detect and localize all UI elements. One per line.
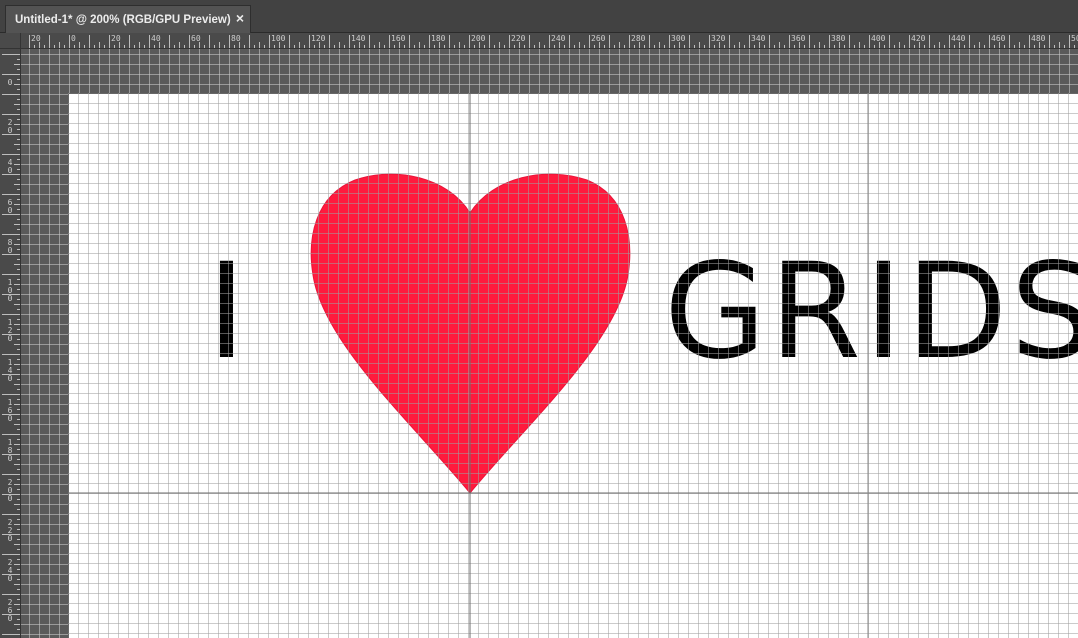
horizontal-ruler-label: 140	[351, 34, 366, 43]
horizontal-ruler-label: 440	[951, 34, 966, 43]
horizontal-ruler-label: 50	[1071, 34, 1078, 43]
horizontal-ruler-label: 180	[431, 34, 446, 43]
horizontal-ruler-label: 20	[111, 34, 121, 43]
document-tab[interactable]: Untitled-1* @ 200% (RGB/GPU Preview) ×	[5, 5, 251, 33]
horizontal-ruler-label: 120	[311, 34, 326, 43]
horizontal-ruler-label: 280	[631, 34, 646, 43]
vertical-ruler[interactable]: 0204060801001201401601802002202402602	[0, 49, 21, 638]
vertical-ruler-label: 80	[7, 238, 13, 255]
horizontal-ruler-label: 420	[911, 34, 926, 43]
horizontal-ruler-label: 340	[751, 34, 766, 43]
horizontal-ruler-label: 100	[271, 34, 286, 43]
horizontal-ruler-label: 200	[471, 34, 486, 43]
horizontal-ruler-label: 400	[871, 34, 886, 43]
horizontal-ruler-label: 360	[791, 34, 806, 43]
horizontal-ruler[interactable]: 20 0 20 40 60 80 100 120 140 160 180 200 220 240 260 28…	[21, 33, 1078, 49]
vertical-ruler-label: 60	[7, 198, 13, 215]
ruler-origin-corner[interactable]	[0, 33, 21, 49]
vertical-ruler-label: 140	[7, 358, 13, 383]
vertical-ruler-label: 160	[7, 398, 13, 423]
text-i[interactable]: I	[207, 246, 246, 378]
horizontal-ruler-label: 380	[831, 34, 846, 43]
horizontal-ruler-label: 60	[191, 34, 201, 43]
vertical-ruler-label: 0	[7, 78, 13, 87]
vertical-ruler-label: 260	[7, 598, 13, 623]
vertical-ruler-label: 180	[7, 438, 13, 463]
horizontal-ruler-label: 220	[511, 34, 526, 43]
vertical-ruler-label: 40	[7, 158, 13, 175]
document-tab-bar: Untitled-1* @ 200% (RGB/GPU Preview) ×	[0, 0, 1078, 33]
vertical-ruler-label: 100	[7, 278, 13, 303]
horizontal-ruler-label: 460	[991, 34, 1006, 43]
horizontal-ruler-label: 320	[711, 34, 726, 43]
horizontal-ruler-label: 480	[1031, 34, 1046, 43]
horizontal-ruler-label: 300	[671, 34, 686, 43]
horizontal-ruler-label: 260	[591, 34, 606, 43]
horizontal-ruler-label: 160	[391, 34, 406, 43]
close-tab-icon[interactable]: ×	[236, 10, 244, 26]
horizontal-ruler-label: 80	[231, 34, 241, 43]
horizontal-ruler-label: 20	[31, 34, 41, 43]
vertical-ruler-label: 20	[7, 118, 13, 135]
vertical-ruler-label: 120	[7, 318, 13, 343]
horizontal-ruler-label: 0	[71, 34, 76, 43]
vertical-ruler-label: 200	[7, 478, 13, 503]
horizontal-ruler-label: 240	[551, 34, 566, 43]
document-tab-title: Untitled-1* @ 200% (RGB/GPU Preview)	[15, 13, 231, 26]
vertical-ruler-label: 220	[7, 518, 13, 543]
vertical-ruler-label: 240	[7, 558, 13, 583]
text-grids[interactable]: GRIDS	[664, 246, 1078, 378]
vertical-ruler-ticks	[2, 54, 20, 635]
horizontal-ruler-label: 40	[151, 34, 161, 43]
